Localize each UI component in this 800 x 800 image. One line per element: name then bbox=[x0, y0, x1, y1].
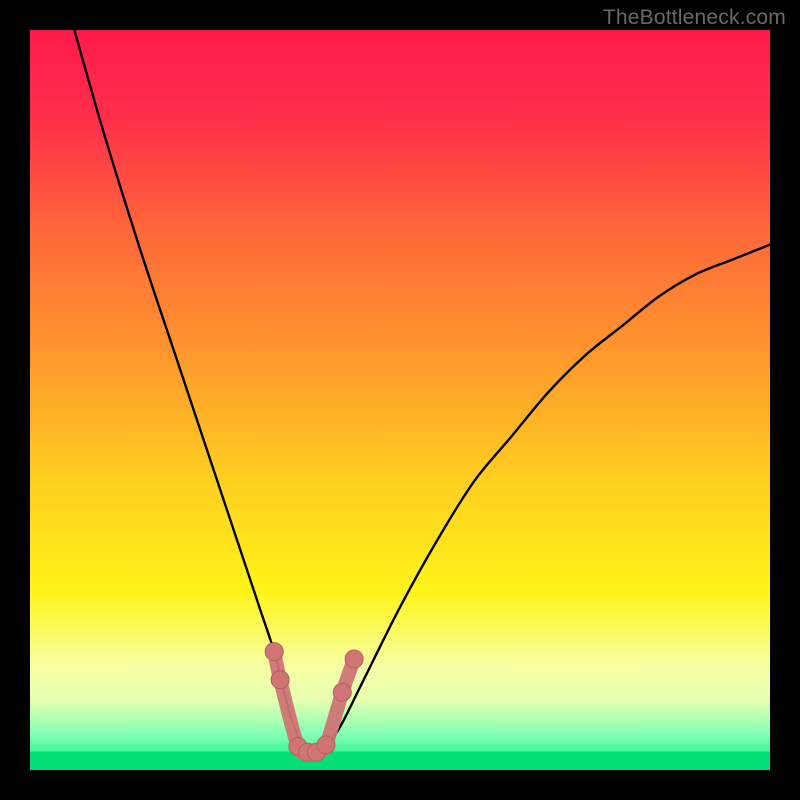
marker-dot bbox=[333, 683, 351, 701]
marker-dot bbox=[317, 736, 335, 754]
marker-dot bbox=[345, 650, 363, 668]
chart-frame: TheBottleneck.com bbox=[0, 0, 800, 800]
plot-area bbox=[30, 30, 770, 770]
bottleneck-chart bbox=[30, 30, 770, 770]
gradient-background bbox=[30, 30, 770, 770]
bottom-band bbox=[30, 752, 770, 771]
watermark-text: TheBottleneck.com bbox=[603, 6, 786, 30]
marker-dot bbox=[265, 643, 283, 661]
marker-dot bbox=[271, 671, 289, 689]
